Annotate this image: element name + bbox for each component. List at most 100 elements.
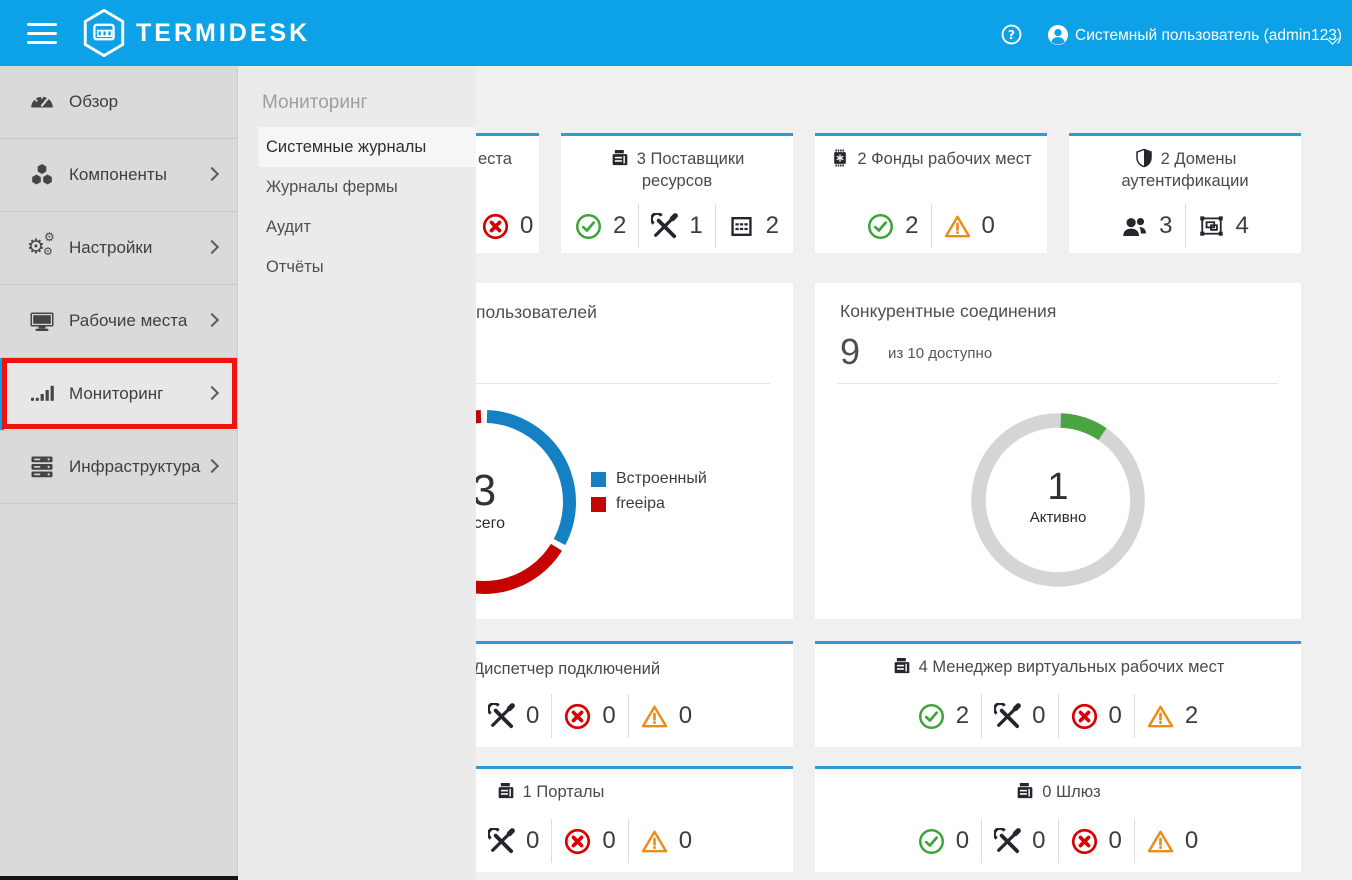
hamburger-menu-icon[interactable] (27, 23, 57, 44)
card-workplaces-title-fragment: еста (478, 148, 512, 170)
divider (1134, 819, 1135, 863)
sidebar-item-label: Компоненты (69, 165, 167, 185)
sidebar-item-label: Обзор (69, 92, 118, 112)
warning-icon (944, 213, 971, 240)
legend-item: freeipa (591, 493, 707, 515)
card-auth-domains-stats: 3 4 (1069, 203, 1301, 249)
gears-icon: ⚙⚙⚙ (27, 236, 57, 260)
stat-maintenance: 0 (488, 827, 539, 855)
divider (981, 694, 982, 738)
chip-icon (830, 148, 850, 168)
stat-errors: 0 (1071, 702, 1122, 730)
card-gateway-stats: 0 0 0 0 (815, 818, 1301, 864)
stat-users: 3 (1121, 212, 1172, 240)
help-icon[interactable]: ? (1001, 24, 1022, 50)
card-vdi-manager-stats: 2 0 0 2 (815, 693, 1301, 739)
stat-groups: 4 (1198, 212, 1249, 240)
topbar: TERMIDESK ? Системный пользователь (admi… (0, 0, 1352, 66)
submenu-item-reports[interactable]: Отчёты (238, 247, 476, 287)
stat-ok: 2 (575, 212, 626, 240)
server-icon (610, 148, 630, 168)
divider (638, 204, 639, 248)
svg-text:?: ? (1008, 27, 1015, 42)
sidebar-item-label: Рабочие места (69, 311, 187, 331)
termidesk-logo-icon (80, 8, 128, 63)
card-gateway-title: 0 Шлюз (815, 781, 1301, 803)
card-connection-manager-title-fragment: Диспетчер подключений (473, 658, 660, 680)
termidesk-admin-window: еста 0 3 Поставщики ресурсов 2 1 2 2 Фон… (0, 0, 1352, 880)
chevron-right-icon (205, 240, 219, 254)
card-resource-providers-title: 3 Поставщики ресурсов (589, 148, 765, 192)
submenu-item-farm-logs[interactable]: Журналы фермы (238, 167, 476, 207)
stat-templates: 2 (728, 212, 779, 240)
x-circle-icon (1071, 703, 1098, 730)
divider (1185, 204, 1186, 248)
divider (551, 694, 552, 738)
warning-icon (641, 703, 668, 730)
submenu-item-system-logs[interactable]: Системные журналы (259, 127, 476, 167)
tools-icon (994, 828, 1021, 855)
monitoring-submenu: Мониторинг Системные журналы Журналы фер… (238, 66, 476, 880)
stat-warnings: 2 (1147, 702, 1198, 730)
sidebar-item-overview[interactable]: Обзор (0, 66, 237, 139)
legend-item: Встроенный (591, 468, 707, 490)
brand-name: TERMIDESK (136, 19, 310, 48)
server-icon (496, 781, 516, 801)
chevron-right-icon (205, 167, 219, 181)
chevron-right-icon (205, 459, 219, 473)
divider (715, 204, 716, 248)
desktop-icon (27, 309, 57, 333)
stat-maintenance: 0 (994, 827, 1045, 855)
users-chart-legend: Встроенный freeipa (591, 468, 707, 518)
card-gateway: 0 Шлюз 0 0 0 0 (815, 766, 1301, 872)
tools-icon (488, 703, 515, 730)
user-circle-icon (1047, 24, 1069, 51)
tools-icon (994, 703, 1021, 730)
users-icon (1121, 213, 1148, 240)
card-resource-providers-stats: 2 1 2 (561, 203, 793, 249)
card-resource-providers: 3 Поставщики ресурсов 2 1 2 (561, 133, 793, 253)
warning-icon (1147, 828, 1174, 855)
x-circle-icon (1071, 828, 1098, 855)
card-connection-manager-stats: 0 0 0 (488, 693, 692, 739)
check-circle-icon (918, 828, 945, 855)
gauge-icon (27, 90, 57, 114)
submenu-item-audit[interactable]: Аудит (238, 207, 476, 247)
stat-maintenance: 0 (994, 702, 1045, 730)
sidebar-item-monitoring[interactable]: Мониторинг (0, 358, 237, 431)
divider (837, 383, 1278, 384)
divider (1058, 694, 1059, 738)
divider (1058, 819, 1059, 863)
stat-maintenance: 0 (488, 702, 539, 730)
divider (981, 819, 982, 863)
card-concurrent-connections: Конкурентные соединения 9 из 10 доступно… (815, 283, 1301, 619)
stat-ok: 0 (918, 827, 969, 855)
concurrent-subtitle: из 10 доступно (888, 345, 992, 362)
divider (551, 819, 552, 863)
stat-errors: 0 (564, 827, 615, 855)
connections-donut-center: 1 Активно (958, 467, 1158, 526)
card-workplace-pools: 2 Фонды рабочих мест 2 0 (815, 133, 1047, 253)
sidebar-item-components[interactable]: Компоненты (0, 139, 237, 212)
stat-ok: 2 (918, 702, 969, 730)
sidebar-item-workplaces[interactable]: Рабочие места (0, 285, 237, 358)
x-circle-icon (482, 213, 509, 240)
divider (628, 694, 629, 738)
chevron-right-icon (205, 313, 219, 327)
sidebar-item-infrastructure[interactable]: Инфраструктура (0, 431, 237, 504)
warning-icon (1147, 703, 1174, 730)
card-auth-domains-title: 2 Домены аутентификации (1100, 148, 1270, 192)
table-icon (728, 213, 755, 240)
card-workplace-pools-title: 2 Фонды рабочих мест (815, 148, 1047, 170)
submenu-header: Мониторинг (262, 92, 476, 114)
sidebar-item-settings[interactable]: ⚙⚙⚙ Настройки (0, 212, 237, 285)
card-auth-domains: 2 Домены аутентификации 3 4 (1069, 133, 1301, 253)
divider (931, 204, 932, 248)
concurrent-big-value: 9 (840, 331, 860, 373)
user-menu[interactable]: Системный пользователь (admin123) (1075, 27, 1342, 45)
cubes-icon (27, 163, 57, 187)
x-circle-icon (564, 828, 591, 855)
sidebar-bottom-bar (0, 876, 238, 880)
x-circle-icon (564, 703, 591, 730)
divider (1134, 694, 1135, 738)
